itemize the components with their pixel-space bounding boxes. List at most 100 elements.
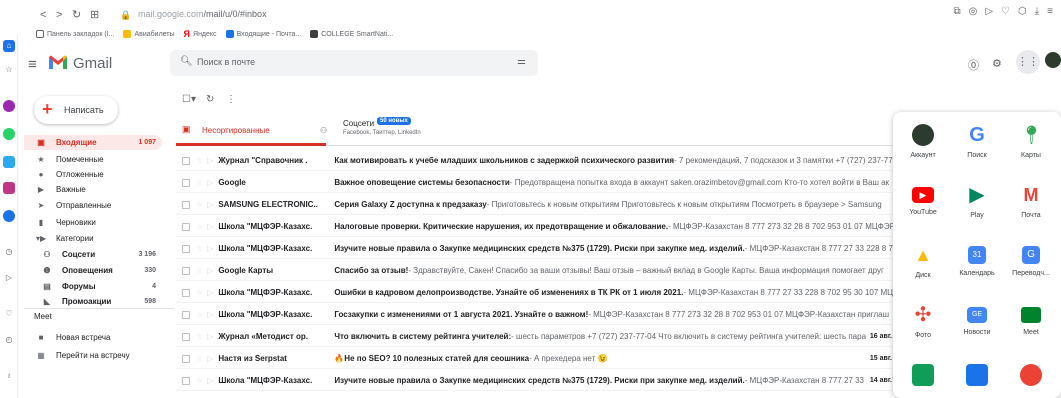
star-icon[interactable]: ☆ (196, 354, 203, 363)
reload-icon[interactable]: ↻ (72, 8, 81, 22)
star-icon[interactable]: ☆ (196, 266, 203, 275)
app-search[interactable]: G Поиск (951, 118, 1003, 176)
heart-icon[interactable]: ♡ (1001, 6, 1010, 17)
address-bar[interactable]: mail.google.com/mail/u/0/#inbox (138, 9, 267, 19)
table-row[interactable]: ☆ ▷ SAMSUNG ELECTRONIC.. Серия Galaxy Z до… (176, 195, 896, 215)
star-icon[interactable]: ☆ (196, 222, 203, 231)
star-icon[interactable]: ☆ (196, 156, 203, 165)
sidebar-item-important[interactable]: ▶ Важные (24, 182, 162, 197)
important-icon[interactable]: ▷ (207, 376, 213, 385)
app-meet[interactable]: Meet (1005, 298, 1057, 356)
row-checkbox[interactable] (182, 376, 190, 385)
table-row[interactable]: ☆ ▷ Google Важное оповещение системы безоп… (176, 173, 896, 193)
sidebar-item-forums[interactable]: ▤ Форумы 4 (24, 279, 162, 294)
star-icon[interactable]: ☆ (196, 178, 203, 187)
row-checkbox[interactable] (182, 310, 190, 319)
location-icon[interactable]: ♁ (3, 370, 15, 382)
bookmark-item[interactable]: Входящие - Почта... (225, 30, 301, 38)
app-account[interactable]: Аккаунт (897, 118, 949, 176)
row-checkbox[interactable] (182, 354, 190, 363)
sidebar-item-promotions[interactable]: ◣ Промоакции 598 (24, 295, 162, 307)
search-options-icon[interactable]: ⚌ (517, 56, 526, 67)
app-news[interactable]: GE Новости (951, 298, 1003, 356)
app-more-1[interactable] (897, 358, 949, 398)
app-more-2[interactable] (951, 358, 1003, 398)
star-icon[interactable]: ☆ (196, 310, 203, 319)
bookmark-item[interactable]: Я Яндекс (184, 29, 217, 39)
avatar[interactable] (1045, 52, 1061, 68)
table-row[interactable]: ☆ ▷ Школа "МЦФЭР-Казахс. Налоговые проверк… (176, 217, 896, 237)
star-icon[interactable]: ☆ (196, 200, 203, 209)
tab-social-label[interactable]: Соцсети (343, 119, 374, 128)
table-row[interactable]: ☆ ▷ Школа "МЦФЭР-Казахс. Изучите новые пра… (176, 239, 896, 259)
row-checkbox[interactable] (182, 200, 190, 209)
tabs-grid-icon[interactable]: ⊞ (90, 8, 99, 22)
table-row[interactable]: ☆ ▷ Школа "МЦФЭР-Казахс. Ошибки в кадровом… (176, 283, 896, 303)
app-calendar[interactable]: 31 Календарь (951, 238, 1003, 296)
important-icon[interactable]: ▷ (207, 354, 213, 363)
search-icon[interactable]: 🔍︎ (180, 56, 193, 67)
star-icon[interactable]: ☆ (196, 332, 203, 341)
vk-icon[interactable] (3, 210, 15, 222)
forward-icon[interactable]: > (56, 8, 62, 22)
sidebar-item-social[interactable]: ⚇ Соцсети 3 196 (24, 247, 162, 262)
heart-rail-icon[interactable]: ♡ (3, 308, 15, 320)
sidebar-item-inbox[interactable]: ▣ Входящие 1 097 (24, 135, 162, 150)
important-icon[interactable]: ▷ (207, 156, 213, 165)
important-icon[interactable]: ▷ (207, 244, 213, 253)
telegram-icon[interactable] (3, 156, 15, 168)
compose-button[interactable]: + Написать (34, 96, 118, 124)
search-bar[interactable]: 🔍︎ Поиск в почте ⚌ (170, 50, 538, 76)
back-icon[interactable]: < (40, 8, 46, 22)
bookmark-item[interactable]: COLLEGE SmartNati... (310, 30, 393, 38)
row-checkbox[interactable] (182, 244, 190, 253)
camera-icon[interactable]: ◎ (969, 6, 978, 17)
download-icon[interactable]: ⤓ (1035, 6, 1039, 17)
app-more-3[interactable] (1005, 358, 1057, 398)
sidebar-item-join-meeting[interactable]: ▦ Перейти на встречу (24, 348, 162, 363)
important-icon[interactable]: ▷ (207, 310, 213, 319)
important-icon[interactable]: ▷ (207, 222, 213, 231)
gmail-wordmark[interactable]: Gmail (73, 55, 112, 72)
important-icon[interactable]: ▷ (207, 200, 213, 209)
important-icon[interactable]: ▷ (207, 178, 213, 187)
select-all-checkbox[interactable]: ☐▾ (182, 94, 196, 105)
instagram-icon[interactable] (3, 182, 15, 194)
more-icon[interactable]: ⋮ (226, 94, 236, 105)
screenshot-icon[interactable]: ⧉ (953, 6, 960, 17)
important-icon[interactable]: ▷ (207, 332, 213, 341)
table-row[interactable]: ☆ ▷ Журнал «Методист ор. Что включить в си… (176, 327, 896, 347)
app-photos[interactable]: ✣ Фото (897, 298, 949, 356)
app-youtube[interactable]: ▶ YouTube (897, 178, 949, 236)
row-checkbox[interactable] (182, 156, 190, 165)
extensions-icon[interactable]: ⬡ (1018, 6, 1027, 17)
google-apps-icon[interactable]: ⋮⋮ (1016, 50, 1040, 74)
table-row[interactable]: ☆ ▷ Google Карты Спасибо за отзыв! - Здрав… (176, 261, 896, 281)
sidebar-item-sent[interactable]: ➤ Отправленные (24, 198, 162, 213)
clock-icon[interactable]: ◷ (3, 246, 15, 258)
app-play[interactable]: ▶ Play (951, 178, 1003, 236)
important-icon[interactable]: ▷ (207, 266, 213, 275)
important-icon[interactable]: ▷ (207, 288, 213, 297)
star-icon[interactable]: ☆ (3, 64, 15, 76)
app-drive[interactable]: ▲ Диск (897, 238, 949, 296)
row-checkbox[interactable] (182, 332, 190, 341)
sidebar-item-new-meeting[interactable]: ■ Новая встреча (24, 330, 162, 345)
star-icon[interactable]: ☆ (196, 244, 203, 253)
sidebar-item-drafts[interactable]: ▮ Черновики (24, 215, 162, 230)
row-checkbox[interactable] (182, 288, 190, 297)
sidebar-item-updates[interactable]: ❶ Оповещения 330 (24, 263, 162, 278)
table-row[interactable]: ☆ ▷ Школа "МЦФЭР-Казахс. Госзакупки с изме… (176, 305, 896, 325)
app-translate[interactable]: G Переводч... (1005, 238, 1057, 296)
star-icon[interactable]: ☆ (196, 376, 203, 385)
sidebar-item-starred[interactable]: ★ Помеченные (24, 152, 162, 167)
menu-icon[interactable]: ≡ (1047, 6, 1053, 17)
whatsapp-icon[interactable] (3, 128, 15, 140)
app-maps[interactable]: 📍︎ Карты (1005, 118, 1057, 176)
sidebar-item-snoozed[interactable]: ● Отложенные (24, 167, 162, 182)
messenger-icon[interactable] (3, 100, 15, 112)
app-gmail[interactable]: M Почта (1005, 178, 1057, 236)
search-input[interactable]: Поиск в почте (197, 57, 255, 67)
table-row[interactable]: ☆ ▷ Школа "МЦФЭР-Казахс. Изучите новые пра… (176, 371, 896, 391)
row-checkbox[interactable] (182, 222, 190, 231)
